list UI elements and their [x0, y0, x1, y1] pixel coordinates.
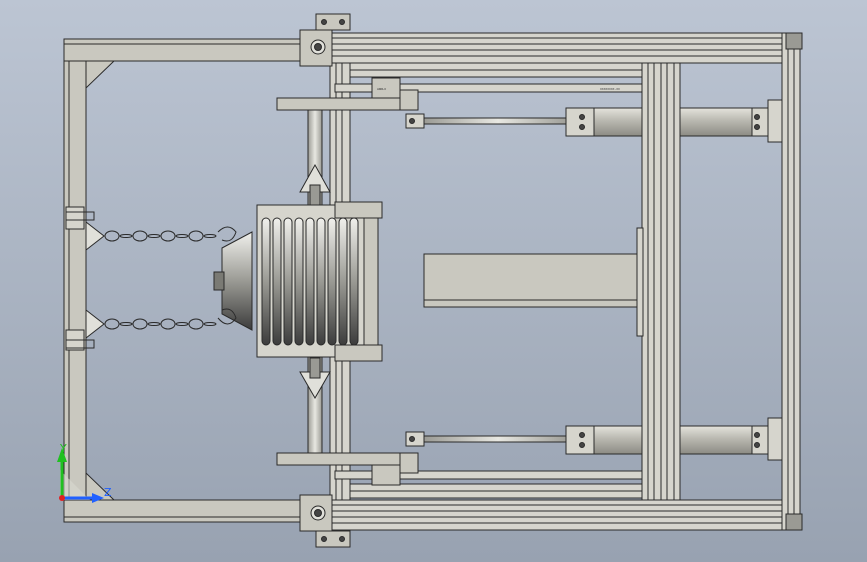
bellows-ring [283, 217, 293, 346]
rail-tag-top: ANDLO [377, 87, 386, 91]
bellows-ring [316, 217, 326, 346]
bellows-ring [349, 217, 359, 346]
bellows-ring [327, 217, 337, 346]
bellows-ring [272, 217, 282, 346]
rail-tag-right: XXXXXXXX-XX [600, 87, 620, 91]
bellows-rings [261, 217, 359, 346]
bellows-ring [338, 217, 348, 346]
axis-z-label: Z [104, 486, 112, 499]
bellows-ring [294, 217, 304, 346]
right-post[interactable] [781, 32, 801, 531]
frame-left-post[interactable] [63, 60, 87, 501]
assembly-drawing[interactable]: ANDLO XXXXXXXX-XX Y Z [0, 0, 867, 562]
frame-top-beam[interactable] [63, 38, 310, 62]
nozzle [221, 231, 253, 331]
frame-bottom-beam[interactable] [63, 499, 310, 523]
cad-viewport[interactable]: ANDLO XXXXXXXX-XX Y Z [0, 0, 867, 562]
axis-y-label: Y [59, 442, 67, 455]
bellows-ring [261, 217, 271, 346]
axis-origin [59, 495, 65, 501]
bellows-ring [305, 217, 315, 346]
